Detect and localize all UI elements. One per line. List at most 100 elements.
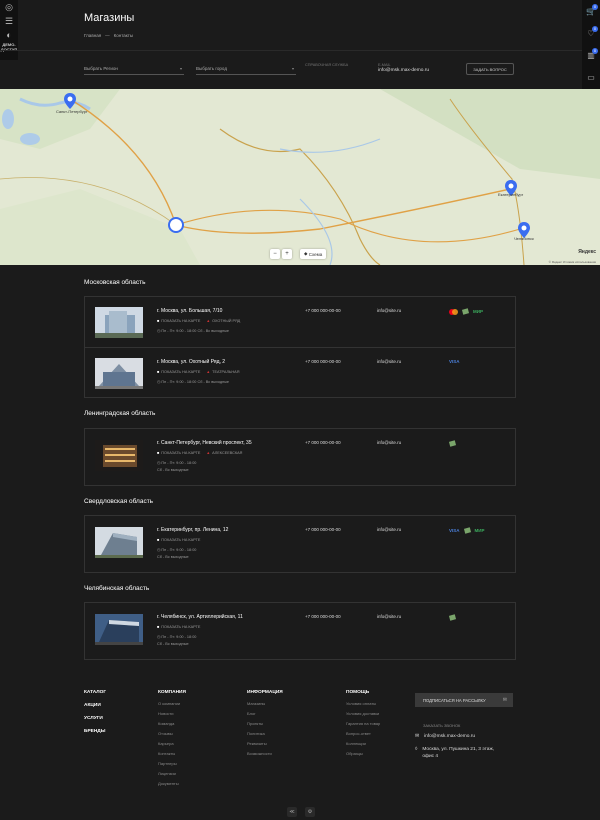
city-label: Екатеринбург: [498, 192, 524, 197]
store-email[interactable]: info@site.ru: [377, 614, 401, 619]
footer-email[interactable]: ✉ info@msk.max-demo.ru: [415, 734, 475, 739]
show-on-map-link[interactable]: ■ ПОКАЗАТЬ НА КАРТЕ: [157, 370, 200, 374]
ask-question-button[interactable]: ЗАДАТЬ ВОПРОС: [466, 63, 514, 75]
footer-link[interactable]: Документы: [158, 781, 186, 786]
settings-icon[interactable]: ⚙: [305, 807, 315, 817]
theme-icon[interactable]: ◐: [0, 28, 18, 42]
footer-link[interactable]: Реквизиты: [247, 741, 283, 746]
subscribe-button[interactable]: ПОДПИСАТЬСЯ НА РАССЫЛКУ ✉: [415, 693, 513, 707]
show-on-map-link[interactable]: ■ ПОКАЗАТЬ НА КАРТЕ: [157, 319, 200, 323]
footer-link[interactable]: Образцы: [346, 751, 380, 756]
left-sidebar: ◎ ☰ ◐ ДЕМО-ДОСТУП: [0, 0, 18, 60]
store-phone[interactable]: +7 000 000-00-00: [305, 614, 341, 619]
zoom-out-button[interactable]: −: [270, 249, 280, 259]
store-address: г. Челябинск, ул. Артиллерийская, 11: [157, 614, 243, 620]
footer-link[interactable]: Отзывы: [158, 731, 186, 736]
zoom-in-button[interactable]: +: [282, 249, 292, 259]
footer-link[interactable]: Карьера: [158, 741, 186, 746]
store-phone[interactable]: +7 000 000-00-00: [305, 308, 341, 313]
logo-icon[interactable]: ◎: [0, 0, 18, 14]
payment-methods: [449, 614, 456, 621]
footer-link[interactable]: Гарантия на товар: [346, 721, 380, 726]
show-on-map-link[interactable]: ■ ПОКАЗАТЬ НА КАРТЕ: [157, 538, 200, 542]
mail-icon: ✉: [502, 697, 507, 703]
map-copyright[interactable]: © Яндекс Условия использования: [549, 260, 596, 264]
map-marker-icon: ■: [157, 451, 160, 455]
footer-link-services[interactable]: УСЛУГИ: [84, 716, 106, 721]
footer-link[interactable]: О компании: [158, 701, 186, 706]
compare-icon[interactable]: ▥ 0: [582, 44, 600, 66]
payment-methods: VISA МИР: [449, 527, 485, 534]
chat-icon[interactable]: ▭: [582, 66, 600, 88]
footer-link[interactable]: Политика: [247, 731, 283, 736]
store-phone[interactable]: +7 000 000-00-00: [305, 527, 341, 532]
cash-icon: [462, 308, 469, 315]
footer-col-title[interactable]: КОМПАНИЯ: [158, 690, 186, 695]
compare-badge: 0: [592, 48, 598, 54]
favorites-icon[interactable]: ♡ 0: [582, 22, 600, 44]
store-hours: ◷ Пн - Пт: 9:00 - 18:00: [157, 460, 196, 465]
show-on-map-link[interactable]: ■ ПОКАЗАТЬ НА КАРТЕ: [157, 625, 200, 629]
footer-address: ◊ Москва, ул. Пушкина 21, 3 этаж, офис 4: [415, 746, 505, 760]
footer-link[interactable]: Контакты: [158, 751, 186, 756]
store-photo: [95, 358, 143, 389]
email-value[interactable]: info@msk.max-demo.ru: [378, 68, 429, 73]
footer-link[interactable]: Команда: [158, 721, 186, 726]
scroll-top-icon[interactable]: ≪: [287, 807, 297, 817]
visa-label: VISA: [449, 359, 460, 364]
footer-link[interactable]: Проекты: [247, 721, 283, 726]
breadcrumb-separator: —: [105, 33, 110, 38]
store-address: г. Москва, ул. Большая, 7/10: [157, 308, 223, 314]
favorites-badge: 0: [592, 26, 598, 32]
cash-icon: [463, 527, 471, 534]
store-row: г. Екатеринбург, пр. Ленина, 12 ■ ПОКАЗАТ…: [85, 516, 515, 572]
footer-link[interactable]: Условия доставки: [346, 711, 380, 716]
footer-link-catalog[interactable]: КАТАЛОГ: [84, 690, 106, 695]
support-label: СПРАВОЧНАЯ СЛУЖБА: [305, 63, 349, 67]
show-on-map-link[interactable]: ■ ПОКАЗАТЬ НА КАРТЕ: [157, 451, 200, 455]
store-address: г. Санкт-Петербург, Невский проспект, 35: [157, 440, 252, 446]
footer-email-text: info@msk.max-demo.ru: [424, 734, 476, 739]
show-on-map-label: ПОКАЗАТЬ НА КАРТЕ: [161, 319, 201, 323]
store-hours-text: Пн - Пт: 9:00 - 18:00: [161, 548, 197, 552]
footer-col-title[interactable]: ИНФОРМАЦИЯ: [247, 690, 283, 695]
footer-link[interactable]: Возможности: [247, 751, 283, 756]
footer-link-sales[interactable]: АКЦИИ: [84, 703, 106, 708]
footer-link[interactable]: Блог: [247, 711, 283, 716]
footer-link[interactable]: Коллекции: [346, 741, 380, 746]
cash-icon: [449, 440, 456, 447]
footer-link-brands[interactable]: БРЕНДЫ: [84, 729, 106, 734]
map-type-select[interactable]: ◆ Схема: [300, 249, 327, 259]
metro-icon: ▲: [206, 370, 211, 374]
map-pin-icon[interactable]: [64, 93, 76, 109]
metro-icon: ▲: [206, 319, 211, 323]
store-address: г. Екатеринбург, пр. Ленина, 12: [157, 527, 229, 533]
footer-link[interactable]: Вопрос-ответ: [346, 731, 380, 736]
city-select[interactable]: Выбрать город ▾: [196, 63, 296, 75]
footer-link[interactable]: Условия оплаты: [346, 701, 380, 706]
store-email[interactable]: info@site.ru: [377, 440, 401, 445]
store-email[interactable]: info@site.ru: [377, 359, 401, 364]
footer-link[interactable]: Лицензии: [158, 771, 186, 776]
cart-icon[interactable]: 🛒 0: [582, 0, 600, 22]
store-phone[interactable]: +7 000 000-00-00: [305, 359, 341, 364]
filter-icon[interactable]: ☰: [0, 14, 18, 28]
breadcrumb-home[interactable]: Главная: [84, 33, 101, 38]
region-select[interactable]: Выбрать Регион ▾: [84, 63, 184, 75]
callback-link[interactable]: ЗАКАЗАТЬ ЗВОНОК: [423, 723, 460, 728]
map-marker-icon: ■: [157, 625, 160, 629]
footer-link[interactable]: Новости: [158, 711, 186, 716]
footer-link[interactable]: Магазины: [247, 701, 283, 706]
stores-map[interactable]: Санкт-Петербург Екатеринбург Челябинск −…: [0, 89, 600, 265]
footer-link[interactable]: Партнеры: [158, 761, 186, 766]
store-hours-text: Пн - Пт: 9:00 - 18:00: [161, 461, 197, 465]
store-phone[interactable]: +7 000 000-00-00: [305, 440, 341, 445]
store-email[interactable]: info@site.ru: [377, 308, 401, 313]
region-title: Московская область: [84, 279, 146, 286]
store-links: ■ ПОКАЗАТЬ НА КАРТЕ ▲ АЛЕКСЕЕВСКАЯ: [157, 451, 242, 455]
store-hours-text: Пн - Пт: 9:00 - 18:00 Сб - Вс выходные: [161, 380, 230, 384]
store-email[interactable]: info@site.ru: [377, 527, 401, 532]
show-on-map-label: ПОКАЗАТЬ НА КАРТЕ: [161, 538, 201, 542]
footer-col-company: КОМПАНИЯ О компании Новости Команда Отзы…: [158, 690, 186, 791]
footer-col-title[interactable]: ПОМОЩЬ: [346, 690, 380, 695]
